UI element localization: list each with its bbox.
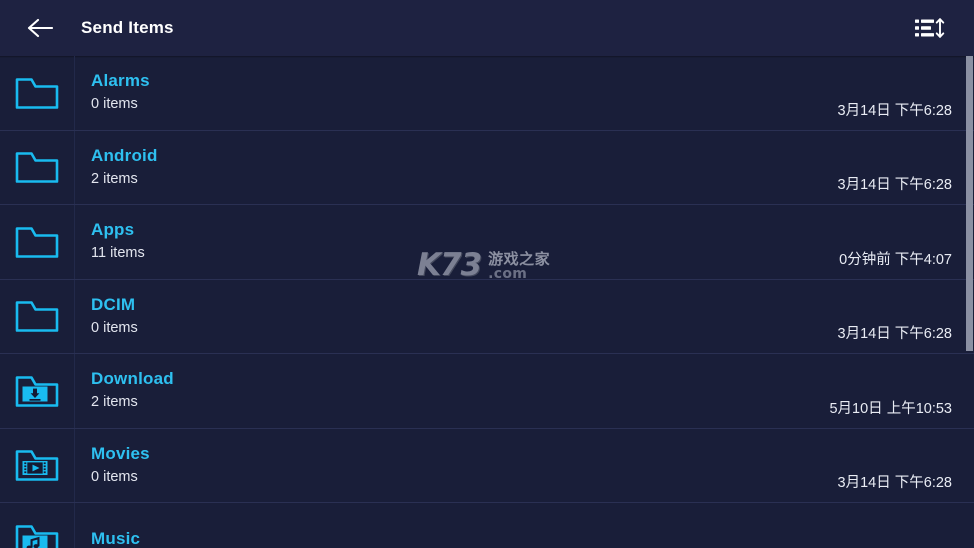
- row-text-column: Music: [91, 528, 140, 548]
- row-text-column: Download 2 items: [91, 368, 174, 413]
- scrollbar-thumb[interactable]: [966, 56, 973, 351]
- folder-name: DCIM: [91, 294, 136, 314]
- folder-timestamp: 3月14日 下午6:28: [837, 102, 952, 119]
- app-bar-left-group: Send Items: [16, 4, 174, 52]
- row-icon-cell: [0, 428, 75, 502]
- folder-name: Apps: [91, 220, 135, 240]
- file-browser-screen: Send Items Alarms 0 items 3月14日 下午6:28 A…: [0, 0, 974, 548]
- row-icon-cell: [0, 130, 75, 204]
- row-text-column: DCIM 0 items: [91, 294, 138, 339]
- row-icon-cell: [0, 56, 75, 130]
- folder-icon: [14, 74, 60, 112]
- table-row[interactable]: Android 2 items 3月14日 下午6:28: [0, 130, 974, 205]
- app-bar: Send Items: [0, 0, 974, 56]
- sort-button[interactable]: [908, 6, 952, 50]
- folder-timestamp: 3月14日 下午6:28: [837, 177, 952, 193]
- table-row[interactable]: Music: [0, 503, 974, 548]
- folder-name: Android: [91, 145, 158, 165]
- page-title: Send Items: [81, 18, 174, 37]
- folder-name: Movies: [91, 443, 150, 463]
- arrow-left-icon: [27, 17, 53, 39]
- scrollbar[interactable]: [966, 56, 974, 548]
- folder-movies-icon: [14, 446, 60, 484]
- row-text-column: Android 2 items: [91, 145, 158, 190]
- folder-item-count: 0 items: [91, 468, 138, 485]
- row-icon-cell: [0, 354, 75, 428]
- folder-timestamp: 0分钟前 下午4:07: [839, 251, 952, 268]
- row-body: Apps 11 items 0分钟前 下午4:07: [75, 205, 974, 279]
- folder-name: Download: [91, 369, 174, 389]
- row-body: DCIM 0 items 3月14日 下午6:28: [75, 280, 974, 354]
- row-icon-cell: [0, 279, 75, 353]
- folder-timestamp: 3月14日 下午6:28: [837, 475, 952, 491]
- row-icon-cell: [0, 205, 75, 279]
- folder-icon: [14, 223, 60, 261]
- table-row[interactable]: Apps 11 items 0分钟前 下午4:07: [0, 205, 974, 280]
- folder-name: Music: [91, 528, 141, 548]
- folder-icon: [14, 148, 60, 186]
- folder-timestamp: 5月10日 上午10:53: [829, 400, 952, 417]
- folder-timestamp: 3月14日 下午6:28: [837, 326, 952, 342]
- row-text-column: Apps 11 items: [91, 219, 145, 264]
- table-row[interactable]: Alarms 0 items 3月14日 下午6:28: [0, 56, 974, 131]
- folder-item-count: 0 items: [91, 319, 138, 336]
- back-button[interactable]: [16, 4, 64, 52]
- folder-item-count: 2 items: [91, 394, 138, 411]
- row-body: Alarms 0 items 3月14日 下午6:28: [75, 56, 974, 130]
- row-body: Music: [75, 503, 974, 548]
- row-icon-cell: [0, 503, 75, 548]
- table-row[interactable]: DCIM 0 items 3月14日 下午6:28: [0, 279, 974, 354]
- row-body: Android 2 items 3月14日 下午6:28: [75, 131, 974, 205]
- folder-name: Alarms: [91, 71, 150, 91]
- folder-item-count: 0 items: [91, 96, 138, 113]
- row-text-column: Movies 0 items: [91, 443, 150, 488]
- row-body: Download 2 items 5月10日 上午10:53: [75, 354, 974, 428]
- folder-download-icon: [14, 372, 60, 410]
- file-list[interactable]: Alarms 0 items 3月14日 下午6:28 Android 2 it…: [0, 56, 974, 548]
- table-row[interactable]: Download 2 items 5月10日 上午10:53: [0, 354, 974, 429]
- row-body: Movies 0 items 3月14日 下午6:28: [75, 429, 974, 503]
- folder-music-icon: [14, 521, 60, 548]
- row-text-column: Alarms 0 items: [91, 70, 150, 115]
- sort-list-icon: [915, 16, 945, 40]
- folder-icon: [14, 297, 60, 335]
- folder-item-count: 11 items: [91, 245, 145, 262]
- table-row[interactable]: Movies 0 items 3月14日 下午6:28: [0, 428, 974, 503]
- folder-item-count: 2 items: [91, 170, 138, 187]
